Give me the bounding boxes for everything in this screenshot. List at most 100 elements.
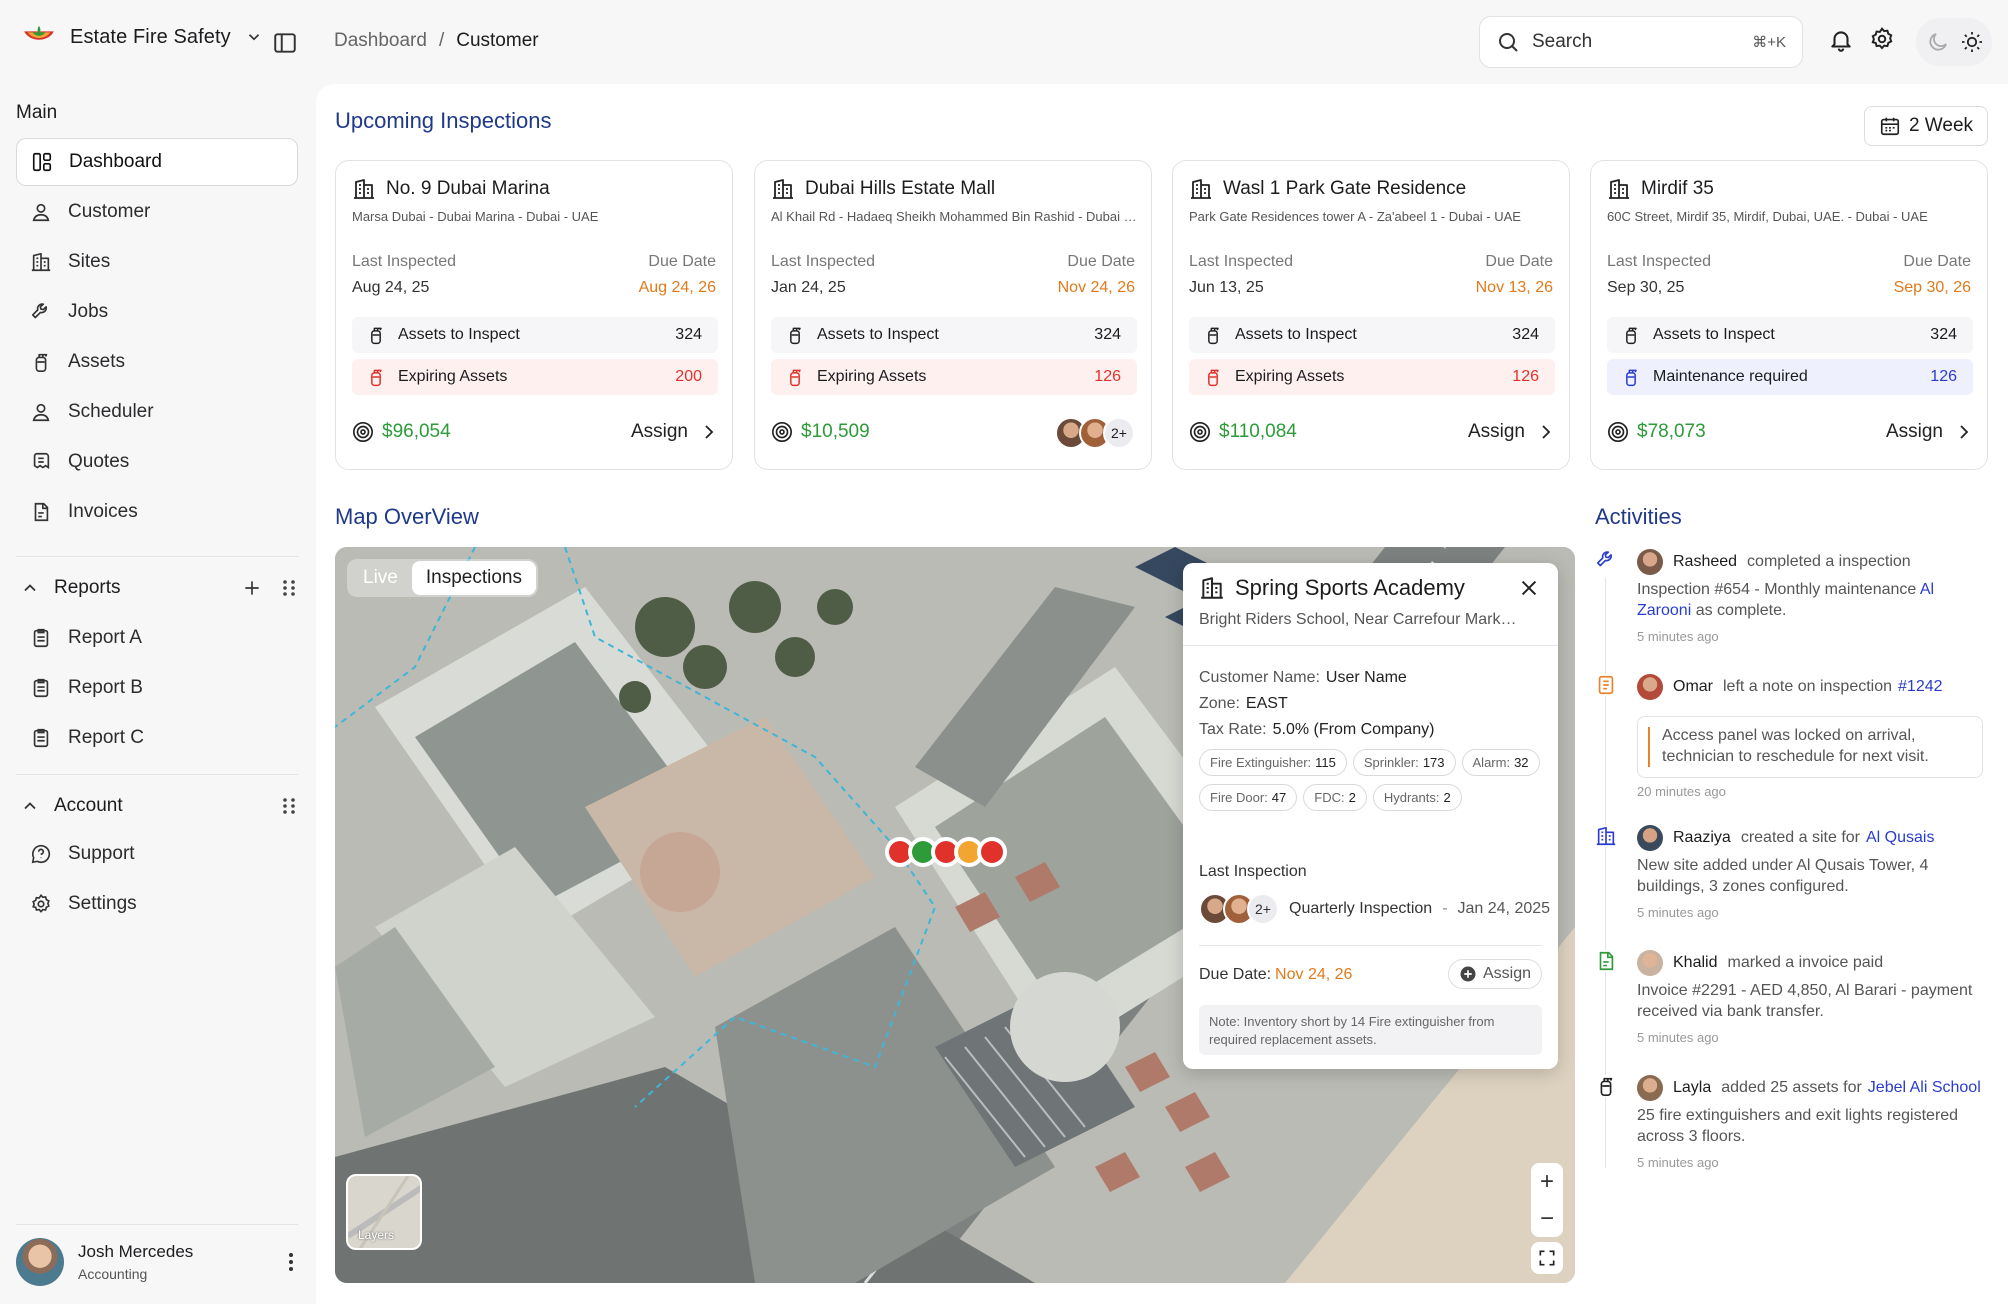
due-date-label: Due Date (1067, 253, 1135, 270)
zone-label: Zone: (1199, 695, 1240, 712)
activity-user[interactable]: Omar (1673, 678, 1713, 696)
activity-item: Omar left a note on inspection #1242 Acces… (1595, 674, 1995, 799)
activity-time: 5 minutes ago (1637, 1030, 1719, 1045)
activity-user[interactable]: Raaziya (1673, 829, 1731, 847)
sidebar-item-jobs[interactable]: Jobs (16, 288, 298, 336)
last-inspected-label: Last Inspected (771, 253, 876, 270)
inspection-card[interactable]: Mirdif 35 60C Street, Mirdif 35, Mirdif,… (1590, 160, 1988, 470)
extinguisher-icon (1621, 325, 1641, 345)
last-inspection-row[interactable]: 2+ Quarterly Inspection - Jan 24, 2025 (1199, 893, 1550, 925)
inspection-card[interactable]: No. 9 Dubai Marina Marsa Dubai - Dubai M… (335, 160, 733, 470)
due-date-value: Nov 13, 26 (1475, 279, 1553, 296)
search-input[interactable]: Search ⌘+K (1479, 16, 1803, 68)
chevron-up-icon[interactable] (20, 796, 40, 816)
sidebar-item-scheduler[interactable]: Scheduler (16, 388, 298, 436)
sidebar-item-customer[interactable]: Customer (16, 188, 298, 236)
sidebar-item-label: Dashboard (69, 151, 162, 172)
building-icon (771, 177, 795, 201)
chip-label: Sprinkler: (1363, 755, 1419, 770)
map-mode-tabs: Live Inspections (347, 559, 538, 597)
sidebar-item-settings[interactable]: Settings (16, 880, 298, 928)
sidebar-item-dashboard[interactable]: Dashboard (16, 138, 298, 186)
activity-body-text: as complete. (1691, 602, 1787, 619)
app-logo-icon (24, 25, 54, 40)
sidebar-item-sites[interactable]: Sites (16, 238, 298, 286)
chip-value: 115 (1315, 755, 1336, 770)
asset-count-chips: Fire Extinguisher: 115 Sprinkler: 173 Alar… (1199, 749, 1549, 811)
due-date-label: Due Date (1485, 253, 1553, 270)
activity-link[interactable]: Jebel Ali School (1868, 1079, 1981, 1097)
reports-group-header[interactable]: Reports (16, 568, 298, 608)
activity-user[interactable]: Khalid (1673, 954, 1717, 972)
user-role: Accounting (78, 1266, 148, 1282)
popup-due-value: Nov 24, 26 (1275, 966, 1353, 983)
maintenance-required-row: Maintenance required 126 (1607, 359, 1973, 395)
sun-icon[interactable] (1960, 30, 1984, 54)
fullscreen-button[interactable] (1531, 1242, 1563, 1274)
assign-button[interactable]: Assign (631, 421, 716, 443)
layers-label: Layers (358, 1228, 395, 1242)
tax-rate-value: 5.0% (From Company) (1272, 721, 1435, 738)
workspace-switcher[interactable]: Estate Fire Safety (22, 24, 263, 50)
tab-live[interactable]: Live (349, 561, 412, 595)
sidebar-item-report-b[interactable]: Report B (16, 664, 298, 712)
card-address: Park Gate Residences tower A - Za'abeel … (1189, 209, 1521, 224)
calendar-icon (1879, 115, 1901, 137)
user-profile[interactable]: Josh Mercedes Accounting (16, 1238, 298, 1286)
activity-link[interactable]: #1242 (1898, 678, 1943, 696)
chevron-up-icon[interactable] (20, 578, 40, 598)
close-icon[interactable] (1518, 577, 1540, 599)
theme-toggle[interactable] (1916, 18, 1992, 66)
card-title: Dubai Hills Estate Mall (805, 178, 996, 199)
zoom-out-button[interactable]: − (1540, 1205, 1554, 1233)
more-assignees-badge: 2+ (1103, 417, 1135, 449)
activity-action: created a site for (1740, 829, 1860, 846)
add-circle-icon (1460, 966, 1476, 982)
sidebar-item-quotes[interactable]: Quotes (16, 438, 298, 486)
chip-hydrants: Hydrants: 2 (1372, 784, 1462, 811)
range-select-button[interactable]: 2 Week (1864, 106, 1988, 146)
inspection-card[interactable]: Dubai Hills Estate Mall Al Khail Rd - Ha… (754, 160, 1152, 470)
inspection-card[interactable]: Wasl 1 Park Gate Residence Park Gate Res… (1172, 160, 1570, 470)
popup-assign-button[interactable]: Assign (1447, 959, 1542, 989)
last-inspected-value: Jan 24, 25 (771, 279, 846, 296)
row-label: Expiring Assets (1235, 368, 1345, 385)
assign-button[interactable]: Assign (1886, 421, 1971, 443)
more-vertical-icon[interactable] (288, 1252, 294, 1272)
assign-label: Assign (1482, 965, 1531, 982)
more-inspectors-badge: 2+ (1247, 893, 1279, 925)
report-icon (30, 677, 52, 699)
sidebar-item-assets[interactable]: Assets (16, 338, 298, 386)
card-address: 60C Street, Mirdif 35, Mirdif, Dubai, UA… (1607, 209, 1928, 224)
drag-handle-icon[interactable] (280, 796, 298, 816)
tab-inspections[interactable]: Inspections (411, 561, 536, 595)
activity-user[interactable]: Layla (1673, 1079, 1711, 1097)
layers-button[interactable]: Layers (346, 1174, 422, 1250)
assignee-avatars[interactable]: 2+ (1055, 417, 1135, 449)
chip-value: 32 (1514, 755, 1529, 770)
breadcrumb-dashboard-link[interactable]: Dashboard (334, 30, 427, 52)
assign-button[interactable]: Assign (1468, 421, 1553, 443)
sidebar-item-report-c[interactable]: Report C (16, 714, 298, 762)
moon-icon[interactable] (1926, 30, 1950, 54)
due-date-value: Sep 30, 26 (1893, 279, 1971, 296)
sidebar-item-report-a[interactable]: Report A (16, 614, 298, 662)
customer-name-label: Customer Name: (1199, 669, 1320, 686)
notifications-button[interactable] (1828, 26, 1854, 54)
sidebar-item-support[interactable]: Support (16, 830, 298, 878)
sidebar-toggle-button[interactable] (272, 30, 298, 56)
extinguisher-icon (1621, 367, 1641, 387)
add-icon[interactable] (242, 578, 262, 598)
drag-handle-icon[interactable] (280, 578, 298, 598)
account-group-header[interactable]: Account (16, 786, 298, 826)
activity-user[interactable]: Rasheed (1673, 553, 1737, 571)
sidebar-item-invoices[interactable]: Invoices (16, 488, 298, 536)
row-value: 324 (1930, 326, 1957, 343)
activity-link[interactable]: Al Qusais (1866, 829, 1934, 847)
zoom-in-button[interactable]: + (1540, 1168, 1554, 1196)
price-value: $96,054 (382, 421, 451, 442)
expiring-assets-row: Expiring Assets 126 (1189, 359, 1555, 395)
activity-time: 20 minutes ago (1637, 784, 1726, 799)
settings-button[interactable] (1869, 26, 1895, 52)
sidebar-item-label: Quotes (68, 451, 130, 472)
